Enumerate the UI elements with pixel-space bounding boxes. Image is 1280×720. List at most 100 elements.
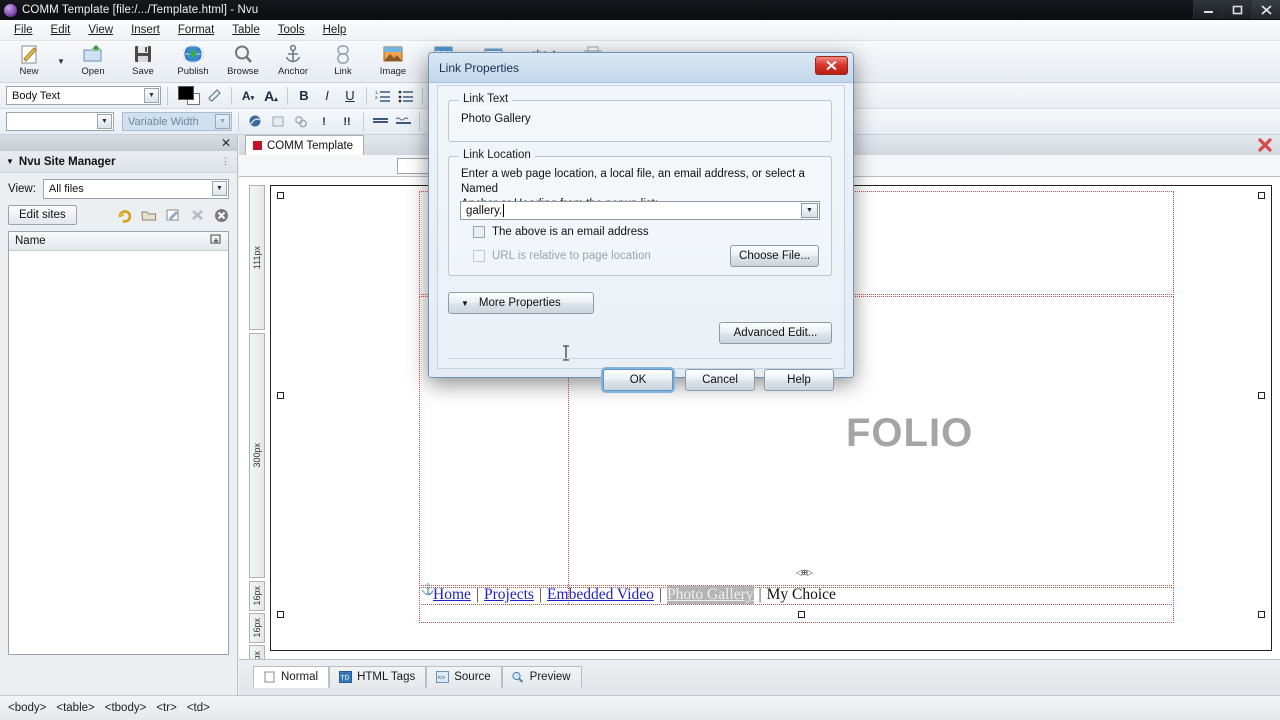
row-ruler-cell[interactable]: 16px — [249, 645, 265, 659]
increase-font-size-icon[interactable]: A▴ — [261, 86, 281, 106]
italic-button[interactable]: I — [317, 86, 337, 106]
url-input[interactable]: gallery. ▼ — [460, 201, 820, 220]
link-location-fieldset: Link Location Enter a web page location,… — [448, 149, 832, 361]
status-tag-body[interactable]: <body> — [8, 702, 46, 714]
publish-button[interactable]: Publish — [168, 41, 218, 82]
menu-tools[interactable]: Tools — [269, 22, 314, 38]
status-tag-td[interactable]: <td> — [187, 702, 210, 714]
save-button[interactable]: Save — [118, 41, 168, 82]
grip-dots-icon[interactable]: ⋮ — [221, 156, 231, 167]
font-family-select[interactable]: Variable Width ▼ — [122, 112, 232, 131]
tab-preview[interactable]: Preview — [501, 666, 582, 688]
selection-handle[interactable] — [277, 392, 284, 399]
bold-button[interactable]: B — [294, 86, 314, 106]
hline-dashed-icon[interactable] — [393, 112, 413, 132]
nav-link-photo-gallery[interactable]: Photo Gallery — [666, 586, 754, 604]
open-button[interactable]: Open — [68, 41, 118, 82]
email-address-checkbox-row[interactable]: The above is an email address — [473, 226, 649, 238]
close-red-x-icon[interactable] — [1258, 138, 1272, 152]
save-label: Save — [132, 66, 154, 77]
minimize-icon[interactable] — [1193, 0, 1222, 19]
maximize-icon[interactable] — [1222, 0, 1251, 19]
bulleted-list-icon[interactable] — [396, 86, 416, 106]
view-filter-select[interactable]: All files ▼ — [42, 179, 229, 199]
delete-x-icon[interactable] — [189, 207, 205, 223]
new-button[interactable]: New — [4, 41, 54, 82]
tab-html-tags[interactable]: TD HTML Tags — [329, 666, 427, 688]
browse-button[interactable]: Browse — [218, 41, 268, 82]
menu-file[interactable]: File — [5, 22, 42, 38]
refresh-arrow-icon[interactable] — [117, 207, 133, 223]
menu-format[interactable]: Format — [169, 22, 223, 38]
numbered-list-icon[interactable]: 1. 2. — [373, 86, 393, 106]
decrease-font-size-icon[interactable]: A▾ — [238, 86, 258, 106]
chevron-down-icon[interactable]: ▼ — [54, 41, 68, 82]
tab-source[interactable]: <> Source — [426, 666, 502, 688]
chevron-down-icon[interactable]: ▼ — [144, 88, 159, 103]
cancel-button[interactable]: Cancel — [685, 369, 755, 391]
link-insert-icon[interactable] — [291, 112, 311, 132]
chevron-down-icon[interactable]: ▼ — [801, 203, 818, 218]
chevron-down-icon[interactable]: ▼ — [212, 181, 227, 196]
link-button[interactable]: Link — [318, 41, 368, 82]
close-icon[interactable]: ✕ — [221, 137, 231, 149]
row-ruler-cell[interactable]: 16px — [249, 613, 265, 643]
indent-decrease-icon[interactable]: ! — [314, 112, 334, 132]
menu-view[interactable]: View — [79, 22, 122, 38]
tab-normal[interactable]: Normal — [253, 666, 330, 688]
file-list[interactable]: Name — [8, 231, 229, 655]
anchor-label: Anchor — [277, 66, 309, 77]
document-tab[interactable]: COMM Template — [245, 135, 365, 155]
row-ruler-cell[interactable]: 111px — [249, 185, 265, 330]
nav-text-my-choice[interactable]: My Choice — [767, 586, 836, 604]
ok-button[interactable]: OK — [603, 369, 673, 391]
more-properties-button[interactable]: ▼ More Properties — [448, 292, 594, 314]
new-folder-icon[interactable] — [141, 207, 157, 223]
menu-insert[interactable]: Insert — [122, 22, 169, 38]
selection-handle[interactable] — [1258, 192, 1265, 199]
status-tag-table[interactable]: <table> — [56, 702, 94, 714]
nav-link-home[interactable]: Home — [433, 586, 471, 604]
menu-edit[interactable]: Edit — [42, 22, 80, 38]
close-icon[interactable] — [1251, 0, 1280, 19]
email-address-checkbox[interactable] — [473, 226, 485, 238]
status-tag-tr[interactable]: <tr> — [156, 702, 176, 714]
row-ruler-cell[interactable]: 300px — [249, 333, 265, 578]
edit-sites-button[interactable]: Edit sites — [8, 205, 77, 225]
selection-handle[interactable] — [1258, 392, 1265, 399]
anchor-insert-icon[interactable] — [245, 112, 265, 132]
choose-file-button[interactable]: Choose File... — [730, 245, 819, 267]
hline-icon[interactable] — [370, 112, 390, 132]
status-tag-tbody[interactable]: <tbody> — [105, 702, 147, 714]
paragraph-style-select[interactable]: Body Text ▼ — [6, 86, 161, 105]
menu-help[interactable]: Help — [314, 22, 356, 38]
triangle-down-icon[interactable]: ▼ — [6, 157, 14, 166]
help-button[interactable]: Help — [764, 369, 834, 391]
close-x-icon[interactable] — [815, 56, 848, 75]
relative-url-checkbox[interactable] — [473, 250, 485, 262]
image-insert-icon[interactable] — [268, 112, 288, 132]
text-color-swatch[interactable] — [178, 85, 202, 106]
chevron-down-icon[interactable]: ▼ — [97, 114, 112, 129]
selection-handle[interactable] — [277, 611, 284, 618]
pin-column-icon[interactable] — [210, 234, 222, 248]
menu-view-label: View — [88, 24, 114, 36]
stop-circle-icon[interactable] — [213, 207, 229, 223]
new-file-icon[interactable] — [165, 207, 181, 223]
advanced-edit-button[interactable]: Advanced Edit... — [719, 322, 832, 344]
image-button[interactable]: Image — [368, 41, 418, 82]
relative-url-checkbox-row[interactable]: URL is relative to page location — [473, 250, 651, 262]
link-text-value: Photo Gallery — [461, 113, 531, 125]
chevron-down-icon[interactable]: ▼ — [215, 114, 230, 129]
selection-handle[interactable] — [1258, 611, 1265, 618]
anchor-button[interactable]: Anchor — [268, 41, 318, 82]
underline-button[interactable]: U — [340, 86, 360, 106]
highlighter-pen-icon[interactable] — [205, 86, 225, 106]
nav-link-projects[interactable]: Projects — [484, 586, 534, 604]
menu-table[interactable]: Table — [223, 22, 269, 38]
indent-increase-icon[interactable]: !! — [337, 112, 357, 132]
row-ruler-cell[interactable]: 16px — [249, 581, 265, 611]
class-select[interactable]: ▼ — [6, 112, 114, 131]
nav-link-embedded-video[interactable]: Embedded Video — [547, 586, 654, 604]
selection-handle[interactable] — [277, 192, 284, 199]
